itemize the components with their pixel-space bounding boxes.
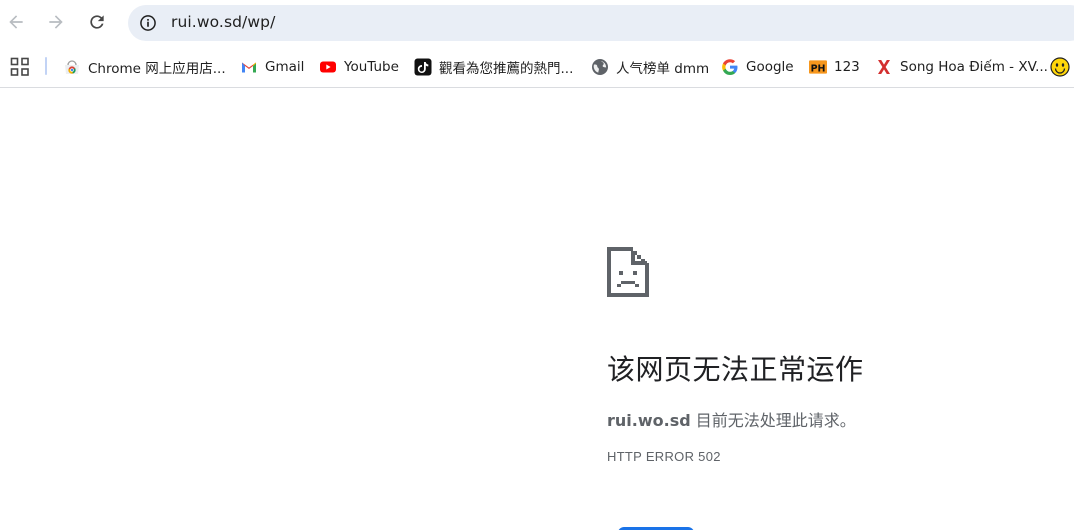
error-code: HTTP ERROR 502 <box>607 449 721 464</box>
google-icon <box>721 58 739 76</box>
arrow-back-icon <box>9 15 23 29</box>
error-title: 该网页无法正常运作 <box>607 353 864 386</box>
smiley-icon <box>1050 57 1070 77</box>
error-description: rui.wo.sd 目前无法处理此请求。 <box>607 407 856 431</box>
bookmark-smiley[interactable] <box>1050 54 1074 80</box>
bookmark-youtube[interactable]: YouTube <box>319 54 399 80</box>
tiktok-icon <box>414 58 432 76</box>
bookmark-label: Chrome 网上应用店... <box>88 61 226 77</box>
back-button[interactable] <box>1 7 31 37</box>
address-bar[interactable]: rui.wo.sd/wp/ <box>128 5 1074 41</box>
reload-icon <box>90 15 104 29</box>
bookmark-gmail[interactable]: Gmail <box>240 54 304 80</box>
browser-toolbar: rui.wo.sd/wp/ <box>0 0 1074 46</box>
ph-icon: PH <box>808 58 827 76</box>
bookmark-google[interactable]: Google <box>721 54 794 80</box>
bookmark-label: Song Hoa Điếm - XV... <box>900 59 1048 75</box>
error-message: 目前无法处理此请求。 <box>690 411 856 430</box>
bookmark-123[interactable]: PH 123 <box>808 54 860 80</box>
bookmark-tiktok[interactable]: 觀看為您推薦的熱門... <box>414 54 573 80</box>
apps-grid-icon[interactable] <box>10 57 30 77</box>
bookmark-chrome-web-store[interactable]: Chrome 网上应用店... <box>63 54 226 80</box>
bookmarks-divider <box>45 57 47 75</box>
arrow-forward-icon <box>49 15 63 29</box>
youtube-icon <box>319 58 337 76</box>
bookmark-dmm[interactable]: 人气榜单 dmm <box>591 54 709 80</box>
sad-page-icon <box>607 247 649 297</box>
gmail-icon <box>240 58 258 76</box>
globe-icon <box>591 58 609 76</box>
bookmark-label: 人气榜单 dmm <box>616 61 710 77</box>
chrome-web-store-icon <box>63 58 81 76</box>
url-text[interactable]: rui.wo.sd/wp/ <box>171 13 275 31</box>
bookmark-label: Gmail <box>265 59 305 75</box>
site-info-button[interactable] <box>133 8 163 38</box>
forward-button[interactable] <box>41 7 71 37</box>
bookmark-label: 123 <box>834 59 860 75</box>
bookmark-label: 觀看為您推薦的熱門... <box>439 61 574 77</box>
bookmark-label: YouTube <box>344 59 399 75</box>
reload-button[interactable] <box>82 7 112 37</box>
x-icon <box>875 58 893 76</box>
svg-text:PH: PH <box>810 63 825 74</box>
bookmarks-bar: Chrome 网上应用店... Gmail YouTube 觀看為您推薦的熱門.… <box>0 46 1074 88</box>
bookmark-song-hoa-diem[interactable]: Song Hoa Điếm - XV... <box>875 54 1048 80</box>
info-icon <box>140 15 156 31</box>
bookmark-label: Google <box>746 59 794 75</box>
error-host: rui.wo.sd <box>607 411 691 430</box>
